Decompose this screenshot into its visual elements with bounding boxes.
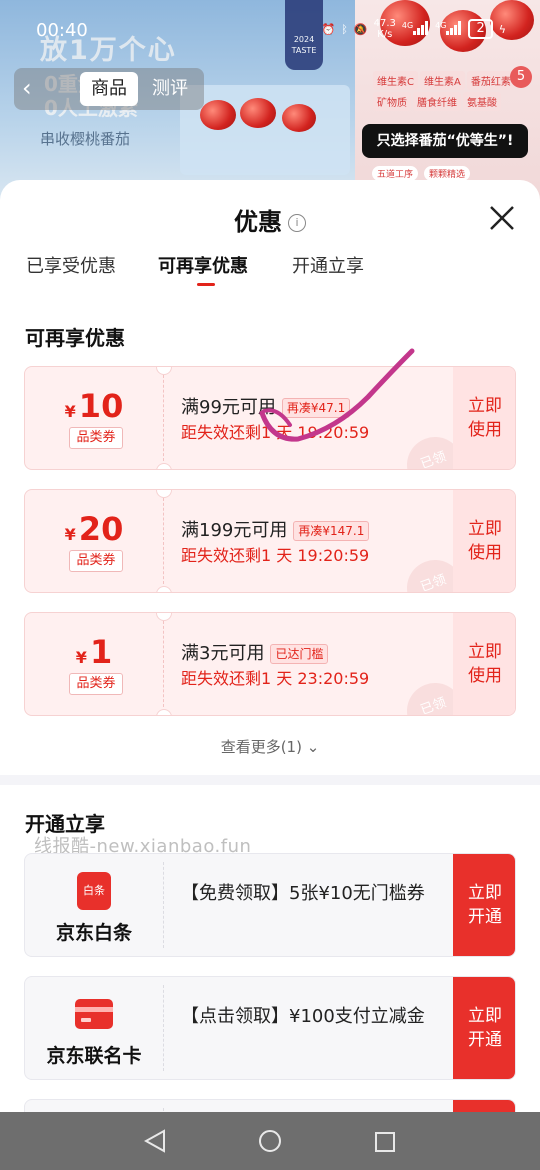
coupon-amount: ¥20 xyxy=(64,510,124,548)
coupon-notch xyxy=(156,463,172,469)
discount-sheet: 优惠 i 已享受优惠 可再享优惠 开通立享 可再享优惠 ¥10 品类券 满99元可… xyxy=(0,180,540,1139)
coupon-card: ¥20 品类券 满199元可用 再凑¥147.1 距失效还剩1 天 19:20:5… xyxy=(24,489,516,593)
service-name: 京东白条 xyxy=(55,922,132,944)
credit-card-icon xyxy=(75,999,113,1029)
coupon-expire: 距失效还剩1 天 19:20:59 xyxy=(181,546,370,565)
coupon-notch xyxy=(156,709,172,715)
quality-tags: 五道工序 颗颗精选 xyxy=(372,162,476,181)
coupon-gap-tag: 再凑¥147.1 xyxy=(293,521,370,541)
coupon-divider xyxy=(163,621,164,707)
tomato-image xyxy=(240,98,276,128)
bluetooth-icon: ᛒ xyxy=(341,22,348,36)
service-card-baitiao: 白条 京东白条 【免费领取】5张¥10无门槛券 立即开通 xyxy=(24,853,516,957)
coupon-gap-tag: 已达门槛 xyxy=(270,644,329,664)
use-now-button[interactable]: 立即使用 xyxy=(453,490,515,592)
open-now-button[interactable]: 立即开通 xyxy=(453,977,515,1079)
service-icon-area: 白条 京东白条 xyxy=(25,854,163,956)
coupon-amount-area: ¥1 品类券 xyxy=(25,613,163,715)
tab-open-to-enjoy[interactable]: 开通立享 xyxy=(292,252,364,278)
back-triangle-icon[interactable] xyxy=(144,1129,166,1153)
tomato-image xyxy=(200,100,236,130)
active-tab-indicator xyxy=(197,283,215,286)
back-arrow-icon[interactable]: ‹ xyxy=(22,74,32,102)
charging-icon: ϟ xyxy=(498,22,506,36)
open-now-button[interactable]: 立即开通 xyxy=(453,854,515,956)
coupon-expire: 距失效还剩1 天 23:20:59 xyxy=(181,669,370,688)
status-bar: 00:40 ⏰ ᛒ 🔕 47.3 K/s 4G 4G 2 ϟ xyxy=(0,0,540,60)
discount-tabs: 已享受优惠 可再享优惠 开通立享 xyxy=(0,252,540,292)
service-name: 京东联名卡 xyxy=(46,1045,142,1067)
coupon-section-title: 可再享优惠 xyxy=(25,326,125,350)
coupon-divider xyxy=(163,375,164,461)
battery-icon: 2 xyxy=(468,19,493,39)
chevron-down-icon: ⌄ xyxy=(306,738,320,756)
recent-apps-icon[interactable] xyxy=(374,1131,396,1153)
tab-enjoyed[interactable]: 已享受优惠 xyxy=(26,252,116,278)
home-circle-icon[interactable] xyxy=(258,1129,282,1153)
tomato-image xyxy=(282,104,316,132)
coupon-amount-area: ¥20 品类券 xyxy=(25,490,163,592)
system-nav-bar xyxy=(0,1112,540,1170)
view-more-link[interactable]: 查看更多(1) ⌄ xyxy=(0,736,540,757)
tab-available[interactable]: 可再享优惠 xyxy=(158,252,248,278)
signal-icon: 4G xyxy=(402,20,429,38)
status-icons: ⏰ ᛒ 🔕 47.3 K/s 4G 4G 2 ϟ xyxy=(322,18,506,40)
coupon-expire: 距失效还剩1 天 19:20:59 xyxy=(181,423,370,442)
coupon-amount-area: ¥10 品类券 xyxy=(25,367,163,469)
service-description: 【免费领取】5张¥10无门槛券 xyxy=(181,883,425,904)
hero-sub-slogan: 串收樱桃番茄 xyxy=(40,130,131,148)
coupon-type-tag: 品类券 xyxy=(69,673,123,695)
service-divider xyxy=(163,862,164,948)
network-speed: 47.3 K/s xyxy=(373,18,396,40)
coupon-type-tag: 品类券 xyxy=(69,427,123,449)
coupon-divider xyxy=(163,498,164,584)
coupon-amount: ¥1 xyxy=(75,633,113,671)
status-time: 00:40 xyxy=(36,20,88,41)
service-card-cobrand: 京东联名卡 【点击领取】¥100支付立减金 立即开通 xyxy=(24,976,516,1080)
tab-product[interactable]: 商品 xyxy=(80,72,138,106)
baitiao-icon: 白条 xyxy=(77,872,111,910)
coupon-notch xyxy=(156,586,172,592)
service-divider xyxy=(163,985,164,1071)
coupon-type-tag: 品类券 xyxy=(69,550,123,572)
mute-icon: 🔕 xyxy=(353,22,368,36)
info-icon[interactable]: i xyxy=(288,214,306,232)
use-now-button[interactable]: 立即使用 xyxy=(453,613,515,715)
coupon-condition: 满199元可用 再凑¥147.1 xyxy=(181,516,370,542)
coupon-gap-tag: 再凑¥47.1 xyxy=(281,398,351,418)
coupon-condition: 满99元可用 再凑¥47.1 xyxy=(181,393,351,419)
coupon-card: ¥10 品类券 满99元可用 再凑¥47.1 距失效还剩1 天 19:20:59 … xyxy=(24,366,516,470)
promo-banner: 只选择番茄“优等生”! xyxy=(362,124,528,158)
service-description: 【点击领取】¥100支付立减金 xyxy=(181,1006,425,1027)
tab-review[interactable]: 测评 xyxy=(152,72,188,106)
cart-count-badge: 5 xyxy=(510,66,532,88)
signal-icon: 4G xyxy=(435,20,462,38)
alarm-icon: ⏰ xyxy=(321,22,336,36)
sheet-title: 优惠 i xyxy=(0,202,540,237)
coupon-amount: ¥10 xyxy=(64,387,124,425)
nutrition-tags: 维生素C 维生素A 番茄红素矿物质 膳食纤维 氨基酸 xyxy=(372,70,532,112)
use-now-button[interactable]: 立即使用 xyxy=(453,367,515,469)
service-icon-area: 京东联名卡 xyxy=(25,977,163,1079)
coupon-card: ¥1 品类券 满3元可用 已达门槛 距失效还剩1 天 23:20:59 已领 立即… xyxy=(24,612,516,716)
close-icon[interactable] xyxy=(486,202,518,234)
section-divider xyxy=(0,775,540,785)
coupon-condition: 满3元可用 已达门槛 xyxy=(181,639,329,665)
